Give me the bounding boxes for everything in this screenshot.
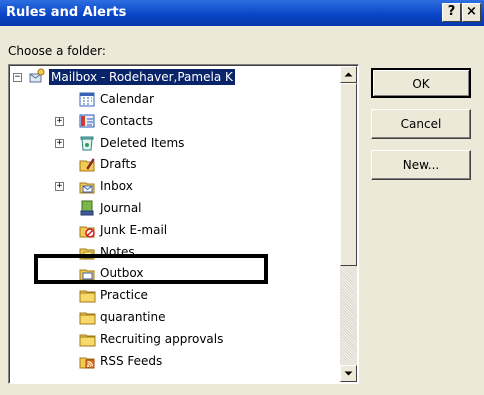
window-title: Rules and Alerts [6,5,127,20]
folder-tree[interactable]: − Mailbox - Rodehaver,Pamela K Calendar +… [8,64,359,384]
choose-folder-label: Choose a folder: [8,44,106,58]
tree-item-rss-feeds[interactable]: RSS Feeds [9,353,339,374]
collapse-toggle[interactable]: − [13,73,22,82]
contacts-icon [79,114,95,128]
tree-item-junk-e-mail[interactable]: Junk E-mail [9,222,339,243]
tree-item-label[interactable]: quarantine [100,309,166,325]
help-button[interactable]: ? [442,3,461,22]
scroll-down-button[interactable] [340,365,357,382]
tree-scrollbar[interactable] [340,66,357,382]
annotation-highlight-box [34,254,268,284]
tree-item-label[interactable]: RSS Feeds [100,353,162,369]
tree-item-label[interactable]: Drafts [100,156,137,172]
calendar-icon [79,92,95,107]
arrow-down-icon [344,371,353,376]
rules-and-alerts-dialog: Rules and Alerts ? × Choose a folder: − … [0,0,484,395]
tree-item-journal[interactable]: Journal [9,200,339,221]
tree-item-inbox[interactable]: + Inbox [9,178,339,199]
tree-item-practice[interactable]: Practice [9,287,339,308]
tree-item-label[interactable]: Deleted Items [100,135,184,151]
expand-toggle[interactable]: + [55,116,64,126]
folder-icon [79,334,96,347]
drafts-icon [79,158,95,172]
scroll-up-button[interactable] [340,66,357,83]
expand-toggle[interactable]: + [55,182,64,192]
folder-icon [79,290,96,303]
mailbox-icon [29,68,45,83]
tree-item-recruiting-approvals[interactable]: Recruiting approvals [9,331,339,352]
tree-item-calendar[interactable]: Calendar [9,91,339,112]
new-button[interactable]: New... [371,150,471,180]
tree-item-label[interactable]: Junk E-mail [100,222,167,238]
close-button[interactable]: × [462,3,481,22]
journal-icon [80,200,94,216]
tree-item-label[interactable]: Inbox [100,178,133,194]
tree-item-label[interactable]: Journal [100,200,142,216]
tree-item-deleted-items[interactable]: + Deleted Items [9,135,339,156]
tree-root-mailbox[interactable]: − Mailbox - Rodehaver,Pamela K [9,68,339,90]
scroll-thumb[interactable] [340,83,357,266]
deleted-items-icon [80,136,94,151]
junk-email-icon [79,226,95,238]
inbox-icon [79,182,95,194]
tree-item-contacts[interactable]: + Contacts [9,113,339,134]
tree-item-label[interactable]: Practice [100,287,148,303]
folder-icon [79,312,96,325]
rss-feeds-icon [79,357,95,369]
tree-item-drafts[interactable]: Drafts [9,156,339,177]
cancel-button[interactable]: Cancel [371,109,471,139]
tree-item-label[interactable]: Calendar [100,91,154,107]
arrow-up-icon [344,72,353,77]
tree-item-label[interactable]: Recruiting approvals [100,331,223,347]
title-bar[interactable]: Rules and Alerts ? × [0,0,484,26]
tree-item-label[interactable]: Mailbox - Rodehaver,Pamela K [49,69,235,85]
expand-toggle[interactable]: + [55,138,64,148]
tree-item-quarantine[interactable]: quarantine [9,309,339,330]
tree-item-label[interactable]: Contacts [100,113,153,129]
ok-button[interactable]: OK [371,68,471,98]
